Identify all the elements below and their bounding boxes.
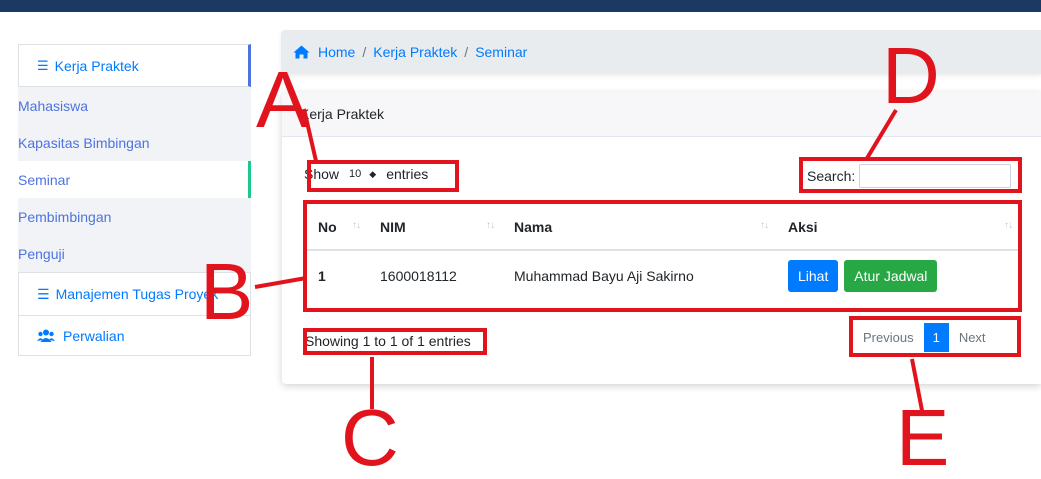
annotation-box-e (849, 316, 1021, 357)
list-icon: ☰ (37, 285, 50, 302)
annotation-label-c: C (341, 393, 399, 479)
sidebar-item-label: Perwalian (63, 327, 125, 344)
sidebar-item-label: Kapasitas Bimbingan (18, 134, 150, 151)
sidebar-item-mahasiswa[interactable]: Mahasiswa (18, 87, 251, 124)
breadcrumb-home[interactable]: Home (318, 44, 355, 60)
sidebar-item-label: Pembimbingan (18, 208, 112, 225)
sidebar-item-label: Mahasiswa (18, 97, 89, 114)
annotation-label-b: B (200, 247, 254, 336)
breadcrumb-separator: / (362, 44, 367, 60)
annotation-box-a (307, 160, 459, 192)
annotation-box-b (303, 200, 1022, 312)
annotation-box-c (303, 328, 487, 355)
sidebar-item-kapasitas-bimbingan[interactable]: Kapasitas Bimbingan (18, 124, 251, 161)
sidebar-submenu: Mahasiswa Kapasitas Bimbingan Seminar Pe… (18, 87, 251, 272)
sidebar-item-label: Penguji (18, 245, 65, 262)
sidebar-item-pembimbingan[interactable]: Pembimbingan (18, 198, 251, 235)
sidebar-header-label: Kerja Praktek (54, 57, 139, 74)
breadcrumb-separator: / (464, 44, 469, 60)
annotation-box-d (799, 157, 1022, 193)
annotation-label-a: A (256, 55, 310, 144)
top-bar (0, 0, 1041, 12)
sidebar-header-kerja-praktek[interactable]: ☰ Kerja Praktek (18, 44, 251, 87)
annotation-label-e: E (896, 393, 950, 479)
annotation-label-d: D (882, 31, 940, 120)
breadcrumb-kerja-praktek[interactable]: Kerja Praktek (373, 44, 457, 60)
users-icon (37, 329, 55, 342)
list-icon: ☰ (37, 57, 49, 73)
breadcrumb-seminar[interactable]: Seminar (475, 44, 527, 60)
sidebar-item-label: Seminar (18, 171, 71, 188)
sidebar-item-seminar[interactable]: Seminar (18, 161, 251, 198)
sidebar-item-label: Manajemen Tugas Proyek (55, 286, 219, 302)
